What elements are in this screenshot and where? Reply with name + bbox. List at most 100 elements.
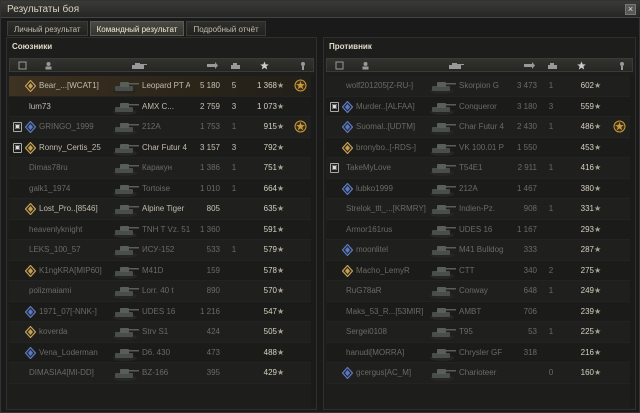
kills-value: 3 (231, 142, 237, 152)
player-row[interactable]: Maks_53_R...[53MIR] AMBT 706 239 ★ (326, 301, 633, 322)
player-row[interactable]: Vena_Loderman D6. 430 473 488 ★ (9, 342, 314, 363)
player-row[interactable]: ▣ GRINGO_1999 212A 1 753 1 915 ★ (9, 117, 314, 138)
window-title: Результаты боя (7, 4, 80, 15)
damage-value: 424 (206, 327, 220, 336)
xp-value: 293 (580, 224, 594, 234)
tab-bar: Личный результат Командный результат Под… (7, 21, 266, 36)
tank-name: T95 (459, 327, 473, 336)
xp-column-icon[interactable] (577, 61, 586, 70)
player-name: polizmaiami (29, 286, 72, 295)
player-name: heavenlyknight (29, 224, 83, 234)
player-row[interactable]: ▣ TakeMyLove T54E1 2 911 1 416 ★ (326, 158, 633, 179)
tank-icon (429, 159, 457, 177)
damage-column-icon[interactable] (523, 61, 535, 70)
player-row[interactable]: LEKS_100_57 ИСУ-152 533 1 579 ★ (9, 240, 314, 261)
xp-star-icon: ★ (594, 286, 602, 295)
xp-column-icon[interactable] (260, 61, 269, 70)
platoon-column-icon[interactable] (18, 61, 27, 70)
kills-value: 1 (548, 327, 554, 336)
player-row[interactable]: bronybo..[-RDS-] VK 100.01 P 1 550 453 ★ (326, 137, 633, 158)
tank-name: Indien-Pz. (459, 204, 496, 213)
player-row[interactable]: Macho_LemyR CTT 340 2 275 ★ (326, 260, 633, 281)
player-column-icon[interactable] (44, 61, 53, 70)
player-row[interactable]: galk1_1974 Tortoise 1 010 1 664 ★ (9, 178, 314, 199)
tank-icon (429, 77, 457, 95)
platoon-icon: ▣ (13, 122, 22, 132)
tank-name: T54E1 (459, 163, 483, 172)
player-row[interactable]: DIMASIA4[MI-DD] BZ-166 395 429 ★ (9, 363, 314, 384)
rank-badge-icon (25, 203, 36, 215)
player-name: Ronny_Certis_25 (39, 142, 101, 152)
player-name: DIMASIA4[MI-DD] (29, 368, 94, 377)
player-row[interactable]: K1ngKRA[MIP60] M41D 159 578 ★ (9, 260, 314, 281)
rank-badge-icon (25, 346, 36, 359)
xp-star-icon: ★ (277, 81, 285, 90)
player-name: K1ngKRA[MIP60] (39, 265, 102, 275)
player-row[interactable]: wolf201205[Z-RU-] Skorpion G 3 473 1 602 ★ (326, 76, 633, 97)
kills-column-icon[interactable] (230, 61, 242, 70)
tank-name: Skorpion G (459, 81, 500, 90)
kills-value: 1 (548, 81, 554, 90)
player-row[interactable]: heavenlyknight TNH T Vz. 51 1 360 591 ★ (9, 219, 314, 240)
xp-value: 380 (580, 183, 594, 193)
tank-icon (112, 241, 140, 259)
tab-detailed-report[interactable]: Подробный отчёт (186, 21, 266, 36)
kills-column-icon[interactable] (547, 61, 559, 70)
medal-icon[interactable] (294, 79, 307, 92)
player-name: hanudi[MORRA] (346, 347, 405, 357)
medals-column-icon[interactable] (619, 61, 625, 70)
damage-value: 2 911 (517, 163, 537, 172)
player-row[interactable]: polizmaiami Lorr. 40 t 890 570 ★ (9, 281, 314, 302)
medal-icon[interactable] (613, 120, 626, 133)
player-row[interactable]: Dimas78ru Каракун 1 386 1 751 ★ (9, 158, 314, 179)
tank-icon (112, 180, 140, 198)
xp-star-icon: ★ (277, 245, 285, 254)
player-row[interactable]: gcergus[AC_M] Charioteer 0 160 ★ (326, 363, 633, 384)
enemies-scrollbar[interactable] (630, 76, 635, 407)
player-row[interactable]: lubko1999 212A 1 467 380 ★ (326, 178, 633, 199)
allies-scrollbar[interactable] (311, 76, 316, 407)
kills-value: 1 (231, 245, 237, 254)
tank-name: 212A (459, 183, 478, 193)
xp-star-icon: ★ (594, 142, 602, 152)
player-row[interactable]: Lost_Pro..[8546] Alpine Tiger 805 635 ★ (9, 199, 314, 220)
xp-star-icon: ★ (277, 101, 285, 111)
tank-icon (429, 241, 457, 259)
player-row[interactable]: Bear_...[WCAT1] Leopard PT A 5 180 5 1 368 ★ (9, 76, 314, 97)
xp-star-icon: ★ (277, 122, 285, 131)
player-row[interactable]: Suomal..[UDTM] Char Futur 4 2 430 1 486 ★ (326, 117, 633, 138)
damage-value: 1 360 (199, 224, 220, 234)
xp-star-icon: ★ (594, 204, 602, 213)
xp-value: 488 (263, 347, 277, 357)
player-row[interactable]: moonlitel M41 Bulldog 333 287 ★ (326, 240, 633, 261)
tab-personal-result[interactable]: Личный результат (7, 21, 88, 36)
player-row[interactable]: RuG78aR Conway 648 1 249 ★ (326, 281, 633, 302)
damage-value: 5 180 (199, 81, 220, 90)
tank-name: Char Futur 4 (459, 122, 504, 131)
tank-column-icon[interactable] (447, 61, 465, 70)
player-row[interactable]: hanudi[MORRA] Chrysler GF 318 216 ★ (326, 342, 633, 363)
kills-value: 3 (231, 101, 237, 111)
player-row[interactable]: ▣ Ronny_Certis_25 Char Futur 4 3 157 3 792 ★ (9, 137, 314, 158)
damage-column-icon[interactable] (206, 61, 218, 70)
close-button[interactable]: × (625, 4, 636, 15)
player-row[interactable]: ▣ Murder..[ALFAA] Conqueror 3 180 3 559 ★ (326, 96, 633, 117)
tank-name: M41 Bulldog (459, 245, 504, 254)
player-row[interactable]: Sergei0108 T95 53 1 225 ★ (326, 322, 633, 343)
xp-star-icon: ★ (277, 183, 285, 193)
player-row[interactable]: koverda Strv S1 424 505 ★ (9, 322, 314, 343)
tab-team-result[interactable]: Командный результат (89, 21, 185, 36)
player-row[interactable]: lum73 AMX C... 2 759 3 1 073 ★ (9, 96, 314, 117)
platoon-column-icon[interactable] (335, 61, 344, 70)
rank-badge-icon (342, 141, 353, 154)
player-name: Armor161rus (346, 224, 393, 234)
xp-star-icon: ★ (277, 347, 285, 357)
damage-value: 1 467 (516, 183, 537, 193)
player-row[interactable]: Armor161rus UDES 16 1 167 293 ★ (326, 219, 633, 240)
player-row[interactable]: Strelok_tlt_...[KRMRY] Indien-Pz. 908 1 331 ★ (326, 199, 633, 220)
player-row[interactable]: 1971_07[-NNK-] UDES 16 1 216 547 ★ (9, 301, 314, 322)
medal-icon[interactable] (294, 120, 307, 133)
medals-column-icon[interactable] (300, 61, 306, 70)
player-column-icon[interactable] (361, 61, 370, 70)
tank-column-icon[interactable] (130, 61, 148, 70)
